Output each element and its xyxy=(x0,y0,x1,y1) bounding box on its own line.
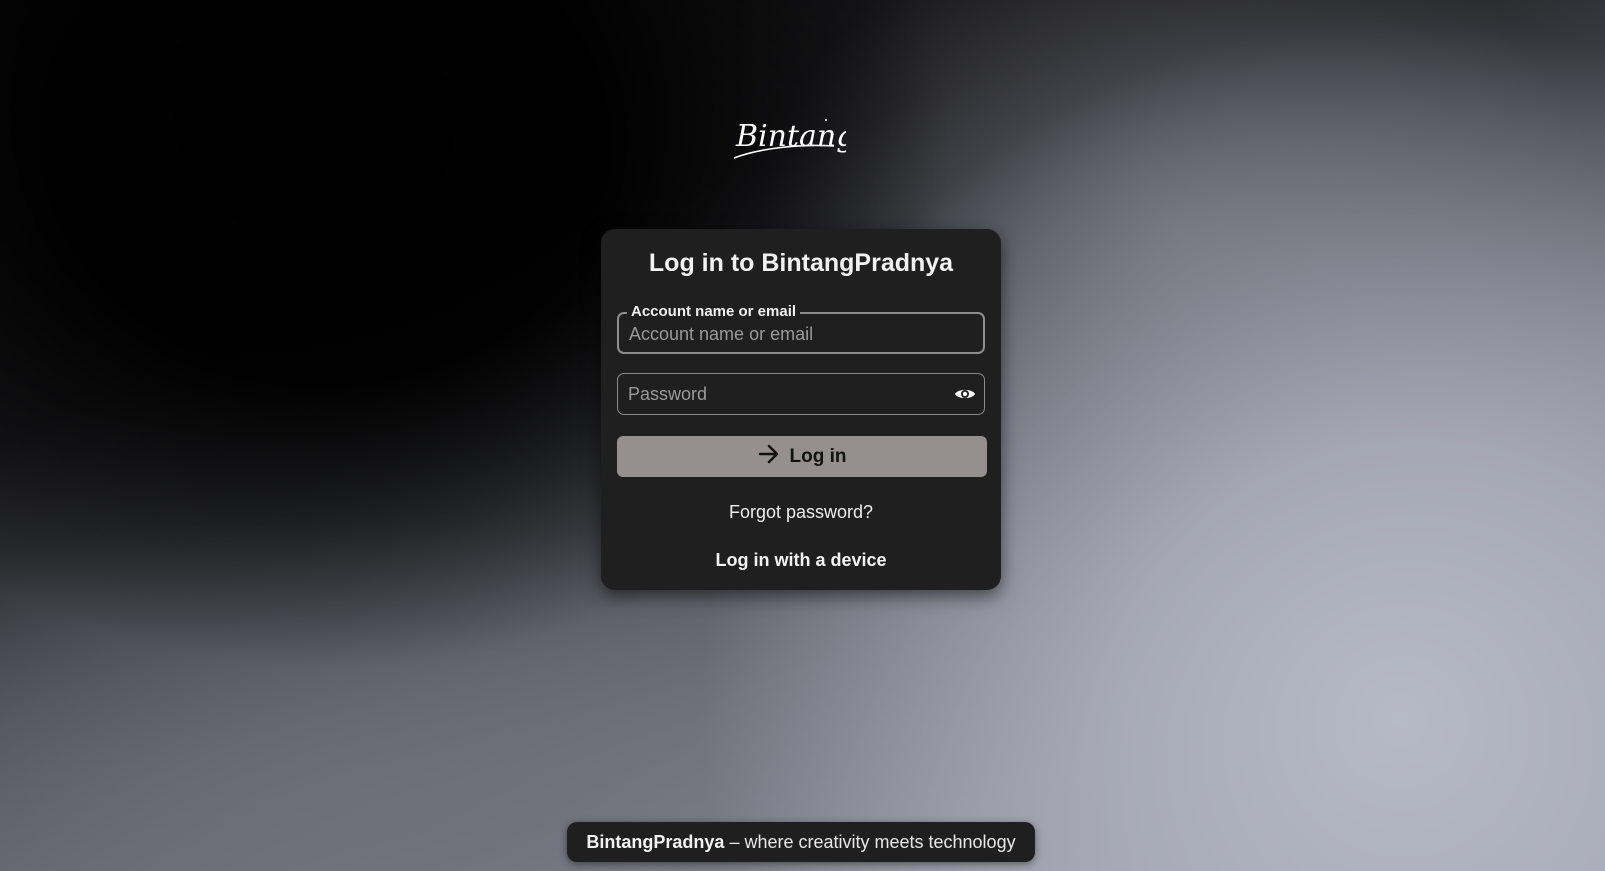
account-field-label: Account name or email xyxy=(627,303,801,321)
login-button[interactable]: Log in xyxy=(617,436,987,477)
password-input[interactable] xyxy=(628,381,928,407)
login-button-label: Log in xyxy=(789,445,847,467)
arrow-right-icon xyxy=(758,444,780,470)
account-input[interactable] xyxy=(629,321,929,347)
logo-wordmark: Bintang xyxy=(735,119,846,154)
login-title: Log in to BintangPradnya xyxy=(648,249,954,277)
login-card: Log in to BintangPradnya Account name or… xyxy=(601,229,1001,590)
footer-tagline: BintangPradnya – where creativity meets … xyxy=(567,822,1035,862)
device-login-link[interactable]: Log in with a device xyxy=(601,550,1001,571)
footer-tagline-text: where creativity meets technology xyxy=(744,831,1016,852)
footer-separator: – xyxy=(729,831,740,852)
bintang-logo: Bintang xyxy=(730,112,855,168)
eye-icon[interactable] xyxy=(952,382,978,406)
account-field[interactable]: Account name or email xyxy=(617,303,985,354)
footer-brand: BintangPradnya xyxy=(586,831,725,852)
forgot-password-link[interactable]: Forgot password? xyxy=(601,502,1001,523)
password-field[interactable] xyxy=(617,373,985,415)
